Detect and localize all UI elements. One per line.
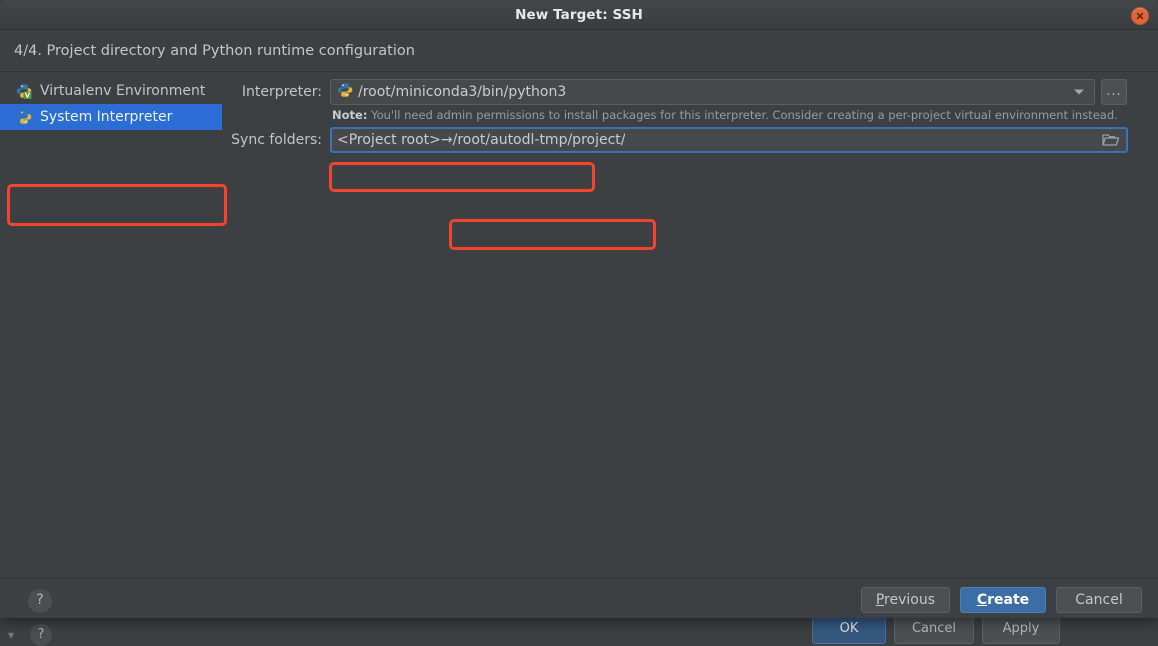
dialog-footer: ? Previous Create Cancel	[0, 578, 1158, 618]
background-window-cancel-button[interactable]: Cancel	[894, 616, 974, 644]
svg-text:V: V	[25, 92, 31, 99]
background-window-help-button[interactable]: ?	[30, 624, 52, 646]
folder-icon[interactable]	[1102, 133, 1120, 148]
environment-type-list: V Virtualenv Environment System Interpre…	[0, 72, 222, 578]
sync-folders-value: <Project root>→/root/autodl-tmp/project/	[332, 132, 625, 148]
sidebar-item-virtualenv-environment[interactable]: V Virtualenv Environment	[0, 78, 222, 104]
configuration-form: Interpreter: /root/miniconda3/bin/python…	[222, 72, 1158, 578]
background-window-ok-button[interactable]: OK	[812, 616, 886, 644]
new-target-ssh-dialog: New Target: SSH 4/4. Project directory a…	[0, 0, 1158, 618]
sync-folders-row: Sync folders: <Project root>→/root/autod…	[222, 126, 1158, 154]
close-icon[interactable]	[1131, 7, 1149, 25]
interpreter-note: Note: You'll need admin permissions to i…	[332, 108, 1158, 122]
previous-button[interactable]: Previous	[861, 587, 950, 613]
interpreter-browse-button[interactable]: ...	[1101, 79, 1127, 105]
interpreter-row: Interpreter: /root/miniconda3/bin/python…	[222, 78, 1158, 106]
dialog-titlebar: New Target: SSH	[0, 0, 1158, 30]
interpreter-note-text: You'll need admin permissions to install…	[367, 108, 1117, 122]
python-icon	[16, 109, 32, 125]
dialog-body: V Virtualenv Environment System Interpre…	[0, 72, 1158, 578]
create-button[interactable]: Create	[960, 587, 1046, 613]
python-icon	[337, 82, 353, 102]
cancel-button[interactable]: Cancel	[1056, 587, 1142, 613]
background-window-apply-button[interactable]: Apply	[982, 616, 1060, 644]
dialog-action-buttons: Previous Create Cancel	[861, 587, 1142, 613]
sync-folders-label: Sync folders:	[222, 132, 330, 148]
interpreter-value-container: /root/miniconda3/bin/python3	[331, 82, 566, 102]
interpreter-note-prefix: Note:	[332, 108, 367, 122]
sync-folders-input[interactable]: <Project root>→/root/autodl-tmp/project/	[330, 127, 1128, 153]
background-window-left-glyph: ▾	[8, 628, 14, 642]
sidebar-item-system-interpreter-label: System Interpreter	[40, 109, 172, 125]
dialog-title: New Target: SSH	[515, 7, 643, 23]
sidebar-item-virtualenv-environment-label: Virtualenv Environment	[40, 83, 205, 99]
chevron-down-icon[interactable]	[1074, 90, 1084, 95]
python-venv-icon: V	[16, 83, 32, 99]
step-header-text: 4/4. Project directory and Python runtim…	[0, 30, 1158, 72]
interpreter-path-value: /root/miniconda3/bin/python3	[358, 84, 566, 100]
sidebar-item-system-interpreter[interactable]: System Interpreter	[0, 104, 222, 130]
help-button[interactable]: ?	[28, 589, 52, 613]
interpreter-combobox[interactable]: /root/miniconda3/bin/python3	[330, 79, 1095, 105]
interpreter-label: Interpreter:	[222, 84, 330, 100]
